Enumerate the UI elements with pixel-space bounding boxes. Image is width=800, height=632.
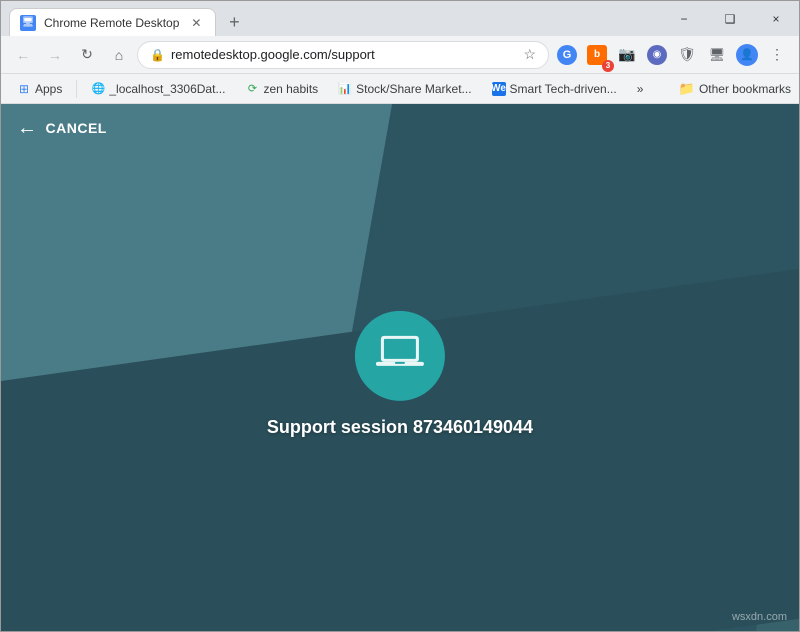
cancel-bar: ← CANCEL (1, 104, 799, 152)
tab-close-button[interactable]: ✕ (187, 14, 205, 32)
central-content: Support session 873460149044 (267, 310, 533, 437)
folder-icon: 📁 (679, 81, 695, 97)
apps-grid-icon: ⊞ (17, 82, 31, 96)
watermark: wsxdn.com (732, 611, 787, 623)
forward-button[interactable]: → (41, 41, 69, 69)
toolbar-right: G b 3 📷 ◉ 🛡 🖥 👤 ⋮ (553, 41, 791, 69)
laptop-icon (374, 332, 426, 379)
toolbar: ← → ↻ ⌂ 🔒 remotedesktop.google.com/suppo… (1, 36, 799, 74)
other-bookmarks-label: Other bookmarks (699, 82, 791, 96)
user-avatar-icon[interactable]: 👤 (733, 41, 761, 69)
bookmark-star-icon[interactable]: ☆ (523, 46, 536, 63)
restore-button[interactable]: ❑ (707, 1, 753, 36)
bookmark-localhost[interactable]: 🌐 _localhost_3306Dat... (83, 78, 233, 100)
address-bar[interactable]: 🔒 remotedesktop.google.com/support ☆ (137, 41, 549, 69)
bookmark-smarttech-icon: We (492, 82, 506, 96)
minimize-button[interactable]: − (661, 1, 707, 36)
ext-google-icon[interactable]: G (553, 41, 581, 69)
bookmark-more-button[interactable]: » (629, 78, 652, 100)
active-tab[interactable]: 🖥 Chrome Remote Desktop ✕ (9, 8, 216, 36)
page-content: ← CANCEL Support s (1, 104, 799, 631)
new-tab-button[interactable]: + (220, 8, 248, 36)
reload-button[interactable]: ↻ (73, 41, 101, 69)
ext-vpn-icon[interactable]: ◉ (643, 41, 671, 69)
bookmark-stock[interactable]: 📊 Stock/Share Market... (330, 78, 479, 100)
bookmarks-bar: ⊞ Apps 🌐 _localhost_3306Dat... ⟳ zen hab… (1, 74, 799, 104)
bookmark-zenhabits-icon: ⟳ (245, 82, 259, 96)
window-controls: − ❑ × (661, 1, 799, 36)
ext-badge-icon[interactable]: b 3 (583, 41, 611, 69)
session-label: Support session 873460149044 (267, 416, 533, 437)
apps-label: Apps (35, 82, 62, 96)
url-text: remotedesktop.google.com/support (171, 47, 517, 62)
other-bookmarks[interactable]: 📁 Other bookmarks (679, 81, 791, 97)
close-button[interactable]: × (753, 1, 799, 36)
back-arrow-icon: ← (17, 117, 38, 140)
cancel-button[interactable]: ← CANCEL (17, 117, 107, 140)
lock-icon: 🔒 (150, 48, 165, 62)
ext-screen-icon[interactable]: 🖥 (703, 41, 731, 69)
ext-camera-icon[interactable]: 📷 (613, 41, 641, 69)
apps-bookmark[interactable]: ⊞ Apps (9, 78, 70, 100)
bookmark-zenhabits-label: zen habits (263, 82, 318, 96)
bookmark-smarttech[interactable]: We Smart Tech-driven... (484, 78, 625, 100)
more-chevron-icon: » (637, 82, 644, 96)
cancel-label: CANCEL (46, 120, 107, 136)
bookmark-separator (76, 80, 77, 98)
bookmark-smarttech-label: Smart Tech-driven... (510, 82, 617, 96)
home-button[interactable]: ⌂ (105, 41, 133, 69)
ext-shield-icon[interactable]: 🛡 (673, 41, 701, 69)
back-button[interactable]: ← (9, 41, 37, 69)
bookmark-localhost-icon: 🌐 (91, 82, 105, 96)
bookmark-localhost-label: _localhost_3306Dat... (109, 82, 225, 96)
tab-favicon: 🖥 (20, 15, 36, 31)
titlebar: 🖥 Chrome Remote Desktop ✕ + − ❑ × (1, 1, 799, 36)
browser-window: 🖥 Chrome Remote Desktop ✕ + − ❑ × ← → ↻ … (0, 0, 800, 632)
tab-area: 🖥 Chrome Remote Desktop ✕ + (1, 1, 661, 36)
tab-title: Chrome Remote Desktop (44, 16, 179, 30)
bookmark-stock-icon: 📊 (338, 82, 352, 96)
laptop-circle (355, 310, 445, 400)
bookmark-stock-label: Stock/Share Market... (356, 82, 471, 96)
bookmark-zenhabits[interactable]: ⟳ zen habits (237, 78, 326, 100)
more-options-button[interactable]: ⋮ (763, 41, 791, 69)
